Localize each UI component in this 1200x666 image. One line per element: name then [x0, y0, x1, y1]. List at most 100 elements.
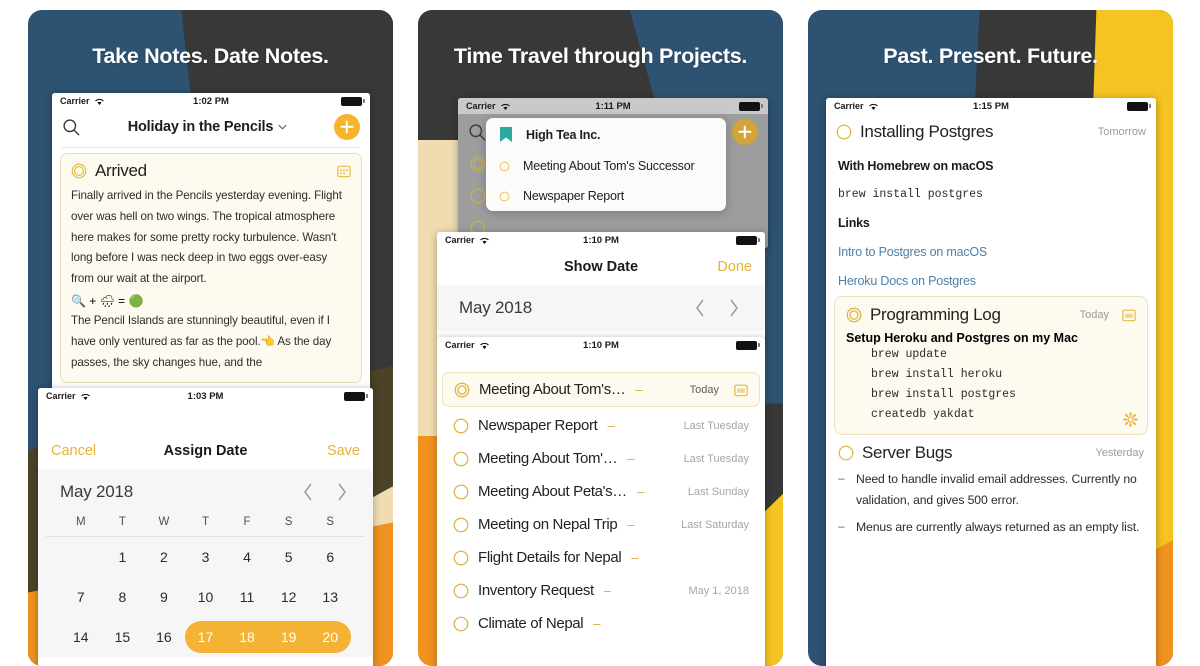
- note-card-header: Arrived: [71, 161, 351, 181]
- calendar-icon[interactable]: [1122, 308, 1136, 322]
- search-icon[interactable]: [468, 123, 487, 142]
- doc-heading-links: Links: [838, 216, 870, 230]
- calendar-day[interactable]: 12: [268, 577, 310, 617]
- add-note-button[interactable]: [334, 114, 360, 140]
- ring-icon[interactable]: [453, 616, 469, 632]
- project-title[interactable]: Holiday in the Pencils: [81, 119, 334, 135]
- ring-icon[interactable]: [836, 124, 852, 140]
- cancel-button[interactable]: Cancel: [51, 443, 103, 459]
- list-item-date: Last Sunday: [687, 485, 749, 498]
- list-item[interactable]: Newspaper Report – Last Tuesday: [442, 409, 760, 442]
- calendar-day[interactable]: 8: [102, 577, 144, 617]
- chevron-left-icon[interactable]: [299, 482, 317, 502]
- panel-3-headline: Past. Present. Future.: [883, 44, 1098, 68]
- app-store-panel-2: Time Travel through Projects. Carrier 1:…: [418, 10, 783, 666]
- popover-item-label: Newspaper Report: [523, 189, 625, 203]
- popover-item-high-tea[interactable]: High Tea Inc.: [486, 118, 726, 151]
- note-card-server-bugs[interactable]: Server Bugs Yesterday – Need to handle i…: [826, 435, 1156, 538]
- calendar-day[interactable]: 4: [226, 537, 268, 577]
- status-left: Carrier: [445, 340, 583, 350]
- dow-label: M: [75, 516, 86, 528]
- search-icon[interactable]: [62, 118, 81, 137]
- calendar-icon[interactable]: [337, 164, 351, 178]
- list-item[interactable]: Flight Details for Nepal –: [442, 541, 760, 574]
- list-item[interactable]: Meeting About Tom'… – Last Tuesday: [442, 442, 760, 475]
- panel-1-headline: Take Notes. Date Notes.: [92, 44, 329, 68]
- calendar-day-selected[interactable]: 19: [268, 617, 310, 657]
- calendar-day[interactable]: 15: [102, 617, 144, 657]
- list-item[interactable]: Meeting About Peta's… – Last Sunday: [442, 475, 760, 508]
- modal-title: Assign Date: [163, 443, 248, 459]
- list-item[interactable]: Meeting on Nepal Trip – Last Saturday: [442, 508, 760, 541]
- ring-icon[interactable]: [838, 445, 854, 461]
- calendar-day-selected[interactable]: 18: [226, 617, 268, 657]
- calendar-day[interactable]: 5: [268, 537, 310, 577]
- status-time: 1:10 PM: [583, 234, 619, 246]
- modal-spacer: [38, 404, 373, 432]
- popover-item-newspaper[interactable]: Newspaper Report: [486, 181, 726, 211]
- list-item[interactable]: Inventory Request – May 1, 2018: [442, 574, 760, 607]
- calendar-day[interactable]: [60, 537, 102, 577]
- list-item[interactable]: Climate of Nepal –: [442, 607, 760, 640]
- bullet-dash: –: [838, 519, 845, 533]
- ring-icon[interactable]: [453, 484, 469, 500]
- status-right: [223, 391, 368, 401]
- save-button[interactable]: Save: [308, 443, 360, 459]
- ring-icon[interactable]: [453, 451, 469, 467]
- calendar-day[interactable]: 16: [143, 617, 185, 657]
- list-item-name: Climate of Nepal: [478, 615, 584, 632]
- bug-list-item: – Need to handle invalid email addresses…: [838, 469, 1144, 511]
- calendar-day-selected[interactable]: 17: [185, 617, 227, 657]
- calendar-day[interactable]: 1: [102, 537, 144, 577]
- doc-heading-homebrew: With Homebrew on macOS: [838, 159, 994, 173]
- note-when: Tomorrow: [1097, 126, 1146, 138]
- calendar-day[interactable]: 3: [185, 537, 227, 577]
- note-navbar: Holiday in the Pencils: [52, 109, 370, 147]
- popover-item-label: High Tea Inc.: [526, 127, 601, 142]
- list-item-name: Meeting About Tom's…: [479, 381, 626, 398]
- list-item-dash: –: [636, 484, 645, 499]
- ring-icon[interactable]: [71, 163, 87, 179]
- ring-icon[interactable]: [846, 307, 862, 323]
- calendar-day[interactable]: 11: [226, 577, 268, 617]
- chevron-right-icon[interactable]: [725, 298, 743, 318]
- project-popover-menu[interactable]: High Tea Inc. Meeting About Tom's Succes…: [486, 118, 726, 211]
- wifi-icon: [500, 103, 510, 110]
- ring-icon[interactable]: [453, 517, 469, 533]
- ring-icon[interactable]: [454, 382, 470, 398]
- note-title: Server Bugs: [862, 443, 953, 462]
- chevron-left-icon[interactable]: [691, 298, 709, 318]
- list-item-name: Newspaper Report: [478, 417, 598, 434]
- calendar-day[interactable]: 2: [143, 537, 185, 577]
- note-card-programming-log[interactable]: Programming Log Today Setup Heroku and P…: [834, 296, 1148, 435]
- gear-icon[interactable]: [1123, 412, 1138, 427]
- add-note-button[interactable]: [732, 119, 758, 145]
- ring-icon[interactable]: [453, 550, 469, 566]
- ring-icon[interactable]: [453, 583, 469, 599]
- doc-link-heroku-docs[interactable]: Heroku Docs on Postgres: [838, 274, 1144, 288]
- calendar-day[interactable]: 7: [60, 577, 102, 617]
- list-item-dash: –: [607, 418, 615, 433]
- done-button[interactable]: Done: [700, 259, 752, 275]
- note-card-installing-postgres[interactable]: Installing Postgres Tomorrow: [826, 114, 1156, 144]
- note-card-header: Programming Log Today: [846, 305, 1136, 325]
- calendar-day-selected[interactable]: 20: [309, 617, 351, 657]
- note-card-arrived[interactable]: Arrived Finally arrived in the Pencils y…: [60, 153, 362, 384]
- calendar-day[interactable]: 6: [309, 537, 351, 577]
- bug-list-item: – Menus are currently always returned as…: [838, 517, 1144, 538]
- popover-item-meeting-tom[interactable]: Meeting About Tom's Successor: [486, 151, 726, 181]
- note-body: Finally arrived in the Pencils yesterday…: [71, 186, 351, 373]
- calendar-day[interactable]: 13: [309, 577, 351, 617]
- dow-label: W: [158, 516, 170, 528]
- doc-link-intro-postgres[interactable]: Intro to Postgres on macOS: [838, 245, 1144, 259]
- ring-icon[interactable]: [453, 418, 469, 434]
- carrier-label: Carrier: [46, 391, 76, 401]
- chevron-right-icon[interactable]: [333, 482, 351, 502]
- calendar-day[interactable]: 10: [185, 577, 227, 617]
- status-bar: Carrier 1:11 PM: [458, 98, 768, 114]
- calendar-day[interactable]: 14: [60, 617, 102, 657]
- calendar-icon[interactable]: [734, 383, 748, 397]
- list-item[interactable]: Meeting About Tom's… – Today: [442, 372, 760, 407]
- bookmark-icon: [500, 127, 512, 142]
- calendar-day[interactable]: 9: [143, 577, 185, 617]
